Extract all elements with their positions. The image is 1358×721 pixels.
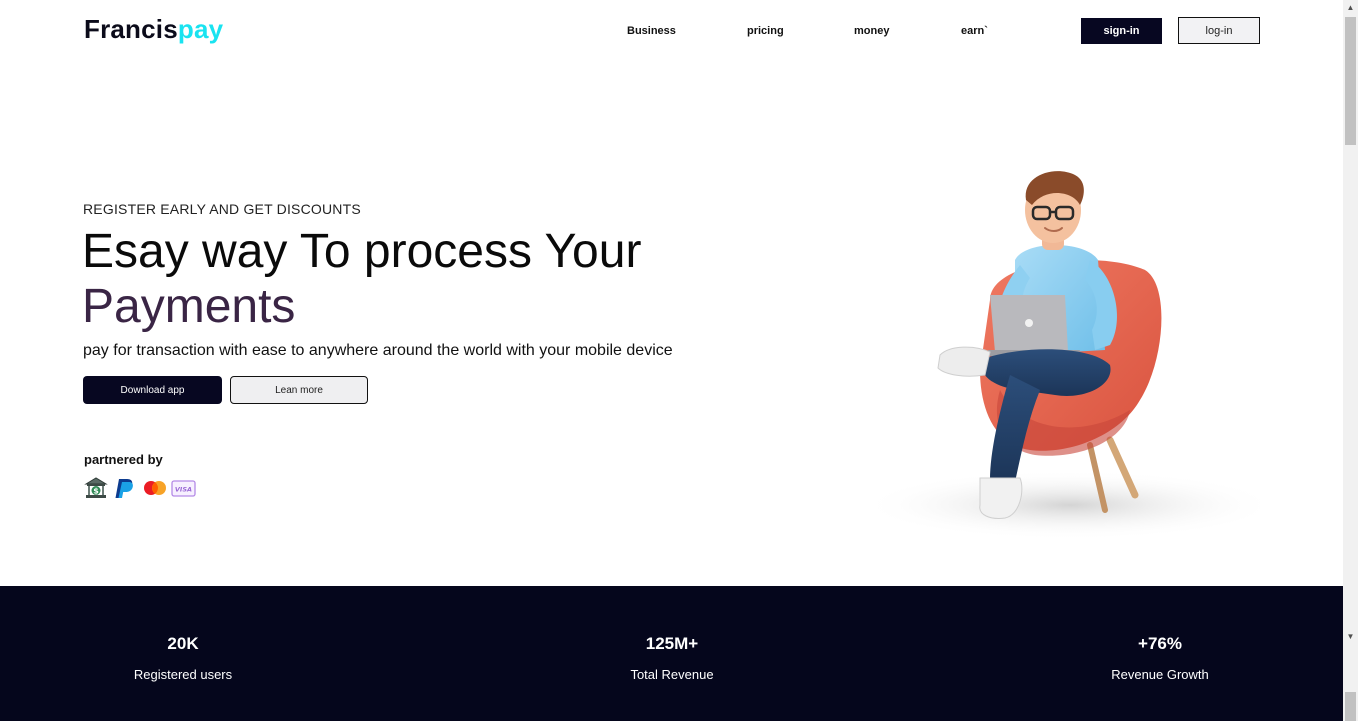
hero-eyebrow: REGISTER EARLY AND GET DISCOUNTS (83, 201, 361, 217)
svg-text:$: $ (93, 487, 99, 496)
learn-more-button[interactable]: Lean more (230, 376, 368, 404)
scroll-up-arrow-icon[interactable]: ▲ (1343, 0, 1358, 16)
visa-icon: VISA (171, 476, 196, 505)
stat-value-users: 20K (167, 634, 199, 653)
sign-in-button[interactable]: sign-in (1081, 18, 1162, 44)
hero-headline: Esay way To process Your Payments (82, 224, 641, 334)
download-app-button[interactable]: Download app (83, 376, 222, 404)
scrollbar-thumb-lower[interactable] (1345, 692, 1356, 721)
stat-value-growth: +76% (1138, 634, 1182, 653)
stat-label-revenue: Total Revenue (630, 667, 714, 682)
mastercard-icon (142, 476, 168, 505)
nav-link-money[interactable]: money (854, 25, 889, 37)
vertical-scrollbar[interactable]: ▲ ▼ (1343, 0, 1358, 721)
scroll-down-arrow-icon[interactable]: ▼ (1343, 629, 1358, 645)
nav-link-earn[interactable]: earn` (961, 25, 988, 37)
svg-text:VISA: VISA (175, 486, 192, 494)
landing-page: Francispay Business pricing money earn` … (0, 0, 1343, 721)
headline-line-1: Esay way To process Your (82, 225, 642, 278)
scrollbar-thumb[interactable] (1345, 17, 1356, 145)
log-in-button[interactable]: log-in (1178, 17, 1260, 44)
paypal-icon (114, 476, 136, 505)
stat-value-revenue: 125M+ (645, 634, 699, 653)
nav-link-pricing[interactable]: pricing (747, 25, 784, 37)
stat-label-users: Registered users (133, 667, 233, 682)
stats-section: 20K Registered users 125M+ Total Revenue… (0, 586, 1343, 721)
bank-icon: $ (84, 476, 108, 505)
hero-illustration (840, 160, 1280, 540)
partnered-by-label: partnered by (84, 452, 163, 467)
nav-link-business[interactable]: Business (627, 25, 676, 37)
stat-label-growth: Revenue Growth (1111, 667, 1209, 682)
headline-line-2: Payments (82, 280, 296, 333)
hero-subtitle: pay for transaction with ease to anywher… (83, 342, 673, 359)
